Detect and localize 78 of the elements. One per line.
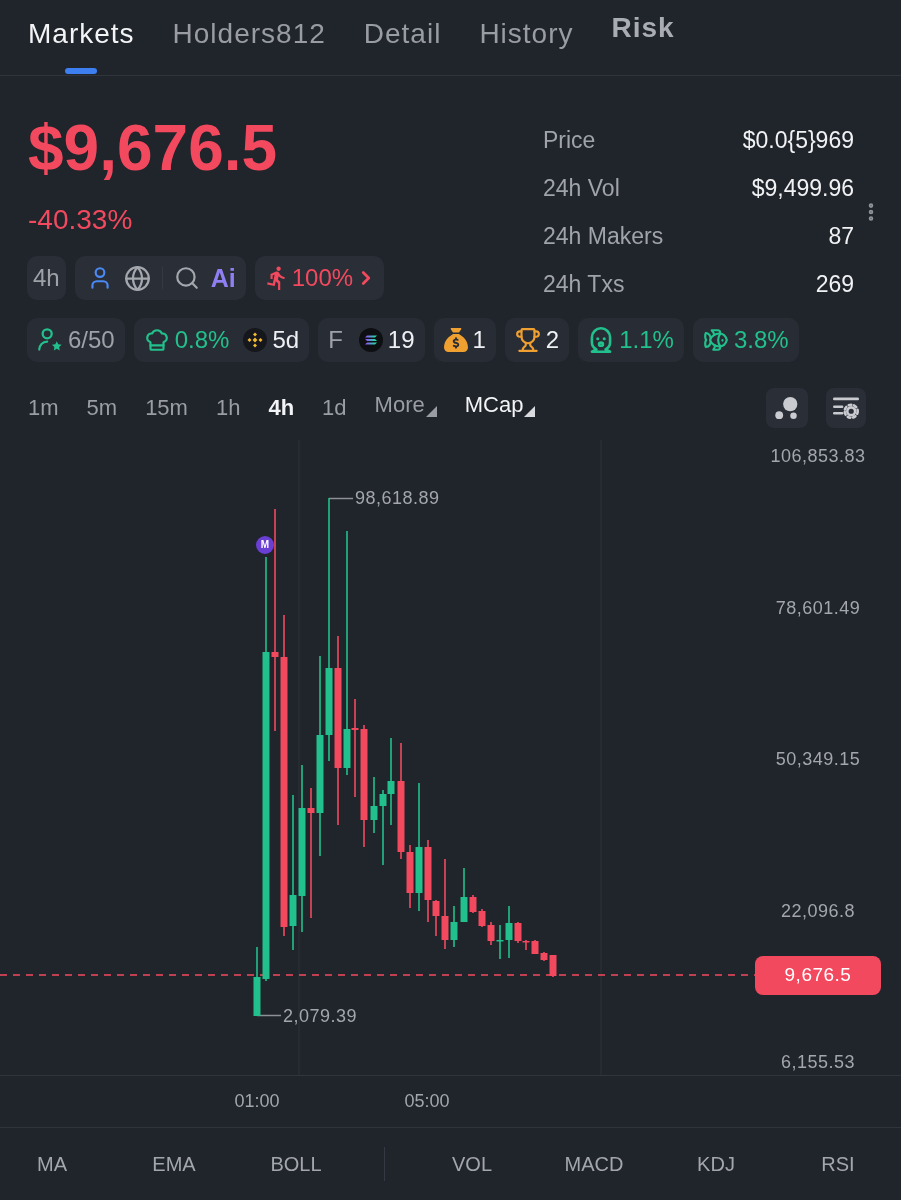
person-star-icon [37,327,63,353]
time-label: 05:00 [404,1090,450,1112]
high-value-label: 98,618.89 [355,487,440,509]
rising-candle [460,867,468,923]
low-value-label: 2,079.39 [283,1005,358,1027]
metric-chip[interactable]: 3.8% [692,318,799,362]
time-label: 01:00 [234,1090,280,1112]
timeframe-tab[interactable]: 1d [322,395,347,421]
rising-candle [450,905,458,948]
stat-label: Price [543,125,596,155]
search-icon[interactable] [173,265,200,291]
timeframe-tab[interactable]: 4h [268,395,295,421]
tab[interactable]: Holders812 [172,18,326,50]
metric-chip[interactable]: 6/50 [27,318,125,362]
axis-label: 106,853.83 [770,445,866,467]
tab[interactable]: Markets [28,18,135,50]
metric-value: 1.1% [619,326,674,354]
metric-value: 2 [545,326,560,354]
timeframe-tab[interactable]: 15m [145,395,188,421]
indicator-tab[interactable]: RSI [777,1148,899,1179]
indicator-tab[interactable]: BOLL [235,1148,357,1179]
metric-chip[interactable]: 1 [433,318,496,362]
trophy-icon [514,327,541,353]
indicator-tab[interactable]: MACD [533,1148,655,1179]
market-cap-value: $9,676.5 [28,116,278,180]
stat-value: $9,499.96 [751,173,854,203]
money-bag-icon [443,328,468,352]
tab[interactable]: Detail [363,18,442,50]
stat-label: 24h Vol [543,173,620,203]
coin-icon [243,328,268,352]
indicator-tab[interactable]: KDJ [655,1148,777,1179]
timeframe-tab[interactable]: 5m [86,395,118,421]
trade-marker: M [256,536,274,554]
metric-chip[interactable]: 1.1% [578,318,684,362]
timeframe-tab[interactable]: 1h [215,395,241,421]
metric-value: F [328,326,343,354]
dropdown-triangle-icon [524,406,536,417]
progress-button[interactable]: 100% [254,256,385,300]
dropdown-button[interactable]: More [374,392,437,418]
indicator-tab[interactable]: VOL [411,1148,533,1179]
axis-label: 78,601.49 [775,596,861,619]
metric-value: 0.8% [174,326,230,354]
globe-icon[interactable] [123,264,151,292]
tab[interactable]: History [479,18,574,50]
axis-label: 6,155.53 [780,1051,856,1073]
metric-chip[interactable]: 2 [504,318,570,362]
indicator-tab[interactable]: EMA [113,1148,235,1179]
stat-value: $0.0{5}969 [742,125,854,155]
metric-value: 1 [472,326,486,354]
stat-value: 87 [828,221,854,251]
ai-button[interactable]: Ai [210,264,236,292]
metric-value: 6/50 [68,326,115,354]
stat-label: 24h Txs [543,269,625,299]
metric-chip[interactable]: F 19 [318,318,425,362]
chef-hat-icon [143,327,170,353]
metric-chip[interactable]: 0.8% 5d [133,318,310,362]
stat-value: 269 [815,269,854,299]
circles-icon [774,395,800,421]
metric-value: 3.8% [733,326,789,354]
leader-line [328,497,354,500]
dropdown-button[interactable]: MCap [464,392,536,418]
interval-chip[interactable]: 4h [27,256,66,300]
fish-icon [702,327,729,353]
timeframe-tab[interactable]: 1m [28,395,59,421]
axis-label: 22,096.8 [780,899,856,922]
metric-value: 19 [387,326,415,354]
tab[interactable]: Risk [611,12,675,44]
axis-label: 50,349.15 [775,748,861,770]
dropdown-triangle-icon [425,406,437,417]
drawing-tools-button[interactable] [766,388,808,428]
chart-settings-button[interactable] [826,388,866,428]
metric-value: 5d [272,326,300,354]
stat-label: 24h Makers [543,221,664,251]
last-price-tag: 9,676.5 [755,956,881,995]
coin-icon [358,328,383,352]
indicator-tab[interactable]: MA [0,1148,113,1179]
list-settings-icon [833,395,859,421]
change-percent: -40.33% [28,206,133,234]
